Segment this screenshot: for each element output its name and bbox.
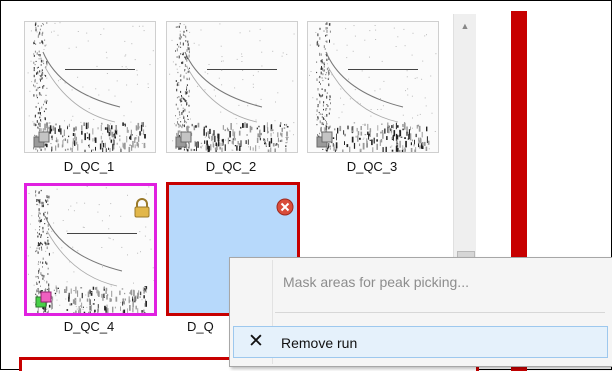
run-thumbnail-4[interactable] (24, 183, 157, 316)
x-icon: ✕ (248, 331, 264, 352)
reference-run-icon (35, 290, 55, 310)
run-label-2: D_QC_2 (205, 159, 257, 174)
menu-item-label: Remove run (281, 335, 358, 351)
close-circle-icon[interactable] (275, 197, 295, 217)
run-label-1: D_QC_1 (63, 159, 115, 174)
stacked-squares-icon (316, 130, 336, 150)
run-label-3: D_QC_3 (346, 159, 398, 174)
menu-item-mask-areas[interactable]: Mask areas for peak picking... (233, 266, 608, 298)
run-thumbnail-3[interactable] (307, 21, 439, 153)
context-menu: Mask areas for peak picking... ✕ Remove … (229, 257, 612, 367)
run-thumbnail-2[interactable] (166, 21, 298, 153)
run-gallery-window: D_QC_1 D_QC_2 D_QC_3 D_QC_4 D_Q ▲ Mask a… (0, 0, 612, 371)
scroll-up-arrow-icon[interactable]: ▲ (454, 14, 476, 36)
menu-separator (275, 312, 605, 313)
lock-icon (132, 198, 152, 218)
run-thumbnail-1[interactable] (24, 21, 156, 153)
menu-item-remove-run[interactable]: ✕ Remove run (233, 326, 608, 358)
stacked-squares-icon (175, 130, 195, 150)
stacked-squares-icon (33, 130, 53, 150)
menu-item-label: Mask areas for peak picking... (283, 274, 469, 290)
run-label-4: D_QC_4 (63, 319, 115, 334)
